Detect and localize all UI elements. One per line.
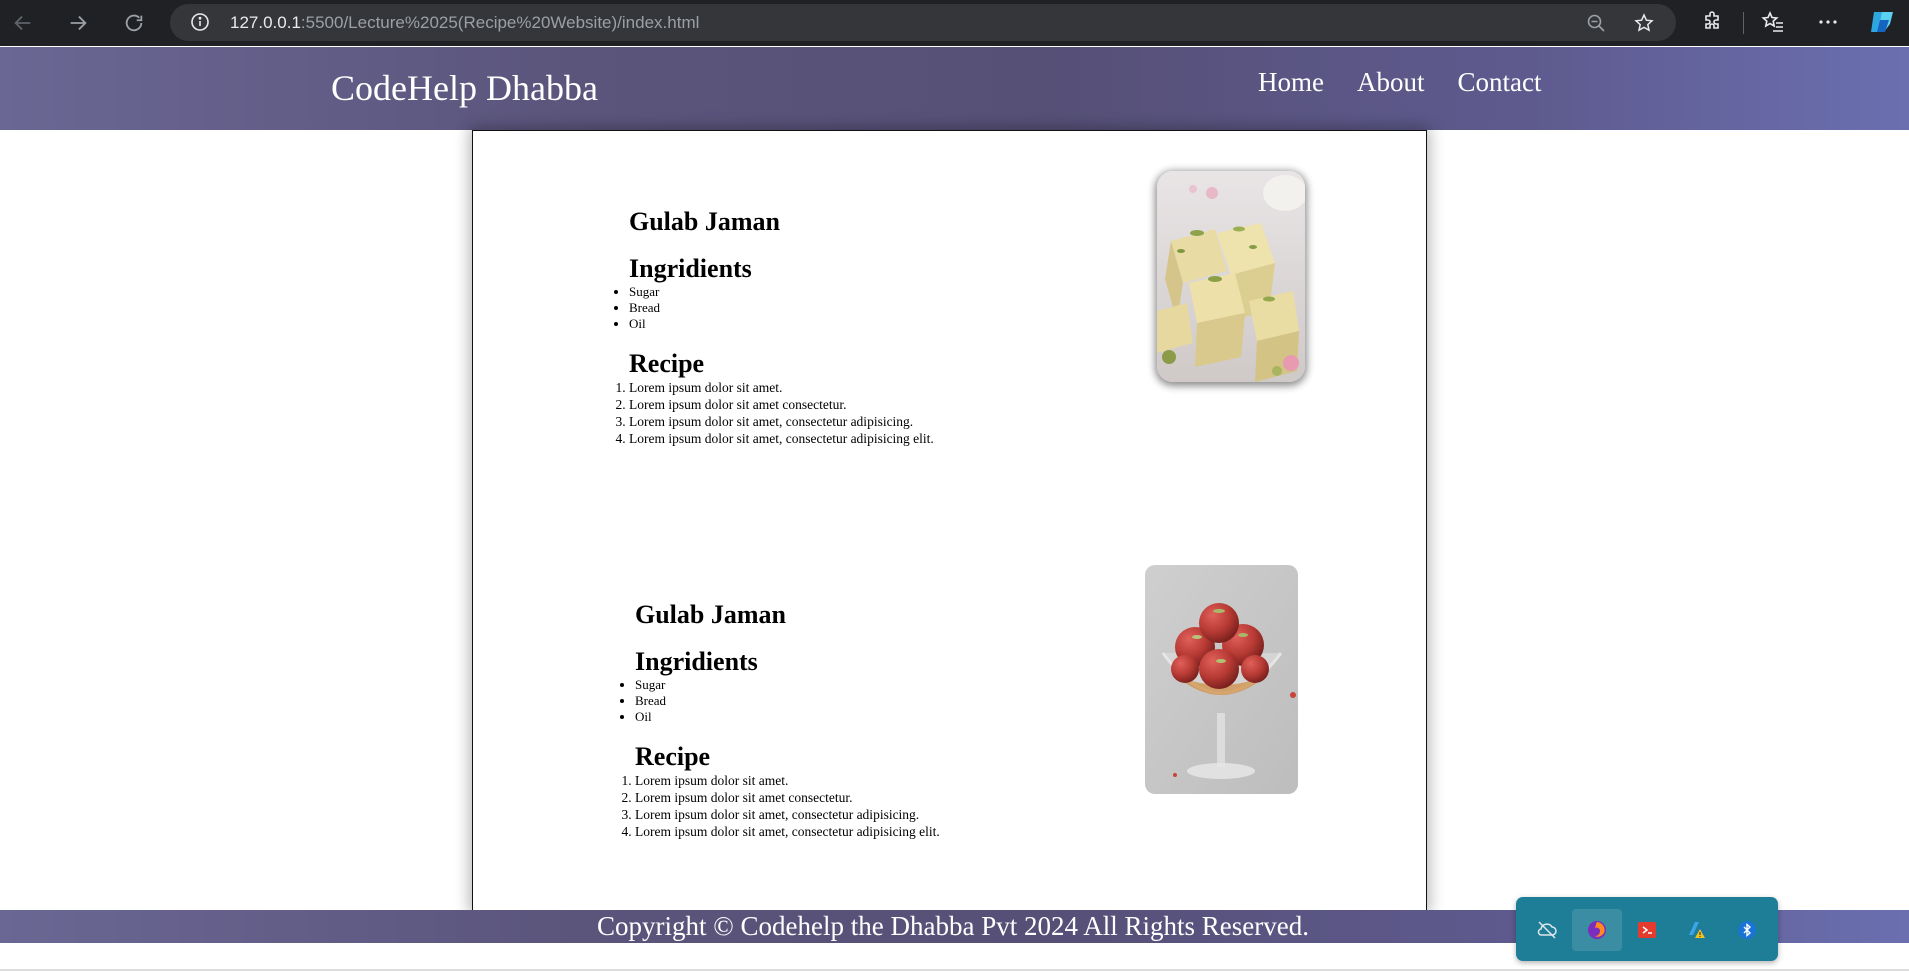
barfi-sweets-photo [1157,171,1305,382]
back-icon[interactable] [9,9,37,37]
site-nav: Home About Contact [1258,67,1541,98]
nav-about[interactable]: About [1357,67,1425,98]
browser-toolbar: 127.0.0.1:5500/Lecture%2025(Recipe%20Web… [0,0,1909,46]
recipe-step: Lorem ipsum dolor sit amet consectetur. [629,396,934,413]
ingredient-item: Bread [629,300,934,316]
recipe-step: Lorem ipsum dolor sit amet, consectetur … [629,413,934,430]
site-brand[interactable]: CodeHelp Dhabba [331,67,598,109]
gulab-jamun-glass-photo [1145,565,1298,794]
ingredients-list: Sugar Bread Oil [635,677,940,725]
recipe-step: Lorem ipsum dolor sit amet, consectetur … [629,430,934,447]
recipe-card: Gulab Jaman Ingridients Sugar Bread Oil … [635,600,940,840]
zoom-icon[interactable] [1586,13,1606,33]
site-header: CodeHelp Dhabba Home About Contact [0,47,1909,130]
cloud-off-icon[interactable] [1522,909,1572,951]
recipes-container: Gulab Jaman Ingridients Sugar Bread Oil … [472,130,1427,911]
ingredient-item: Oil [635,709,940,725]
favorite-star-icon[interactable] [1634,13,1654,33]
extensions-icon[interactable] [1701,10,1725,34]
recipe-step: Lorem ipsum dolor sit amet. [629,379,934,396]
recipe-name: Gulab Jaman [629,207,780,236]
site-info-icon[interactable] [190,12,210,32]
ingredient-item: Sugar [635,677,940,693]
recipe-card: Gulab Jaman Ingridients Sugar Bread Oil … [629,207,934,447]
recipe-heading: Recipe [635,742,711,771]
reload-icon[interactable] [120,9,148,37]
recipe-step: Lorem ipsum dolor sit amet, consectetur … [635,823,940,840]
ingredients-heading: Ingridients [635,647,758,676]
ingredient-item: Sugar [629,284,934,300]
bluetooth-icon[interactable] [1722,909,1772,951]
copilot-icon[interactable] [1868,8,1896,36]
remote-desktop-icon[interactable] [1622,909,1672,951]
system-tray-overflow [1516,897,1778,961]
recipe-steps: Lorem ipsum dolor sit amet. Lorem ipsum … [635,772,940,840]
ingredient-item: Bread [635,693,940,709]
ingredients-heading: Ingridients [629,254,752,283]
azure-warning-icon[interactable] [1672,909,1722,951]
nav-home[interactable]: Home [1258,67,1324,98]
forward-icon[interactable] [64,9,92,37]
ingredient-item: Oil [629,316,934,332]
copyright-text: Copyright © Codehelp the Dhabba Pvt 2024… [597,911,1309,941]
toolbar-divider [1743,12,1744,34]
recipe-step: Lorem ipsum dolor sit amet. [635,772,940,789]
nav-contact[interactable]: Contact [1457,67,1541,98]
url-text: 127.0.0.1:5500/Lecture%2025(Recipe%20Web… [230,13,700,32]
recipe-heading: Recipe [629,349,705,378]
recipe-steps: Lorem ipsum dolor sit amet. Lorem ipsum … [629,379,934,447]
recipe-step: Lorem ipsum dolor sit amet, consectetur … [635,806,940,823]
recipe-step: Lorem ipsum dolor sit amet consectetur. [635,789,940,806]
recipe-name: Gulab Jaman [635,600,786,629]
more-icon[interactable] [1816,10,1840,34]
favorites-icon[interactable] [1761,10,1785,34]
firefox-icon[interactable] [1572,909,1622,951]
address-bar[interactable]: 127.0.0.1:5500/Lecture%2025(Recipe%20Web… [170,4,1676,41]
ingredients-list: Sugar Bread Oil [629,284,934,332]
